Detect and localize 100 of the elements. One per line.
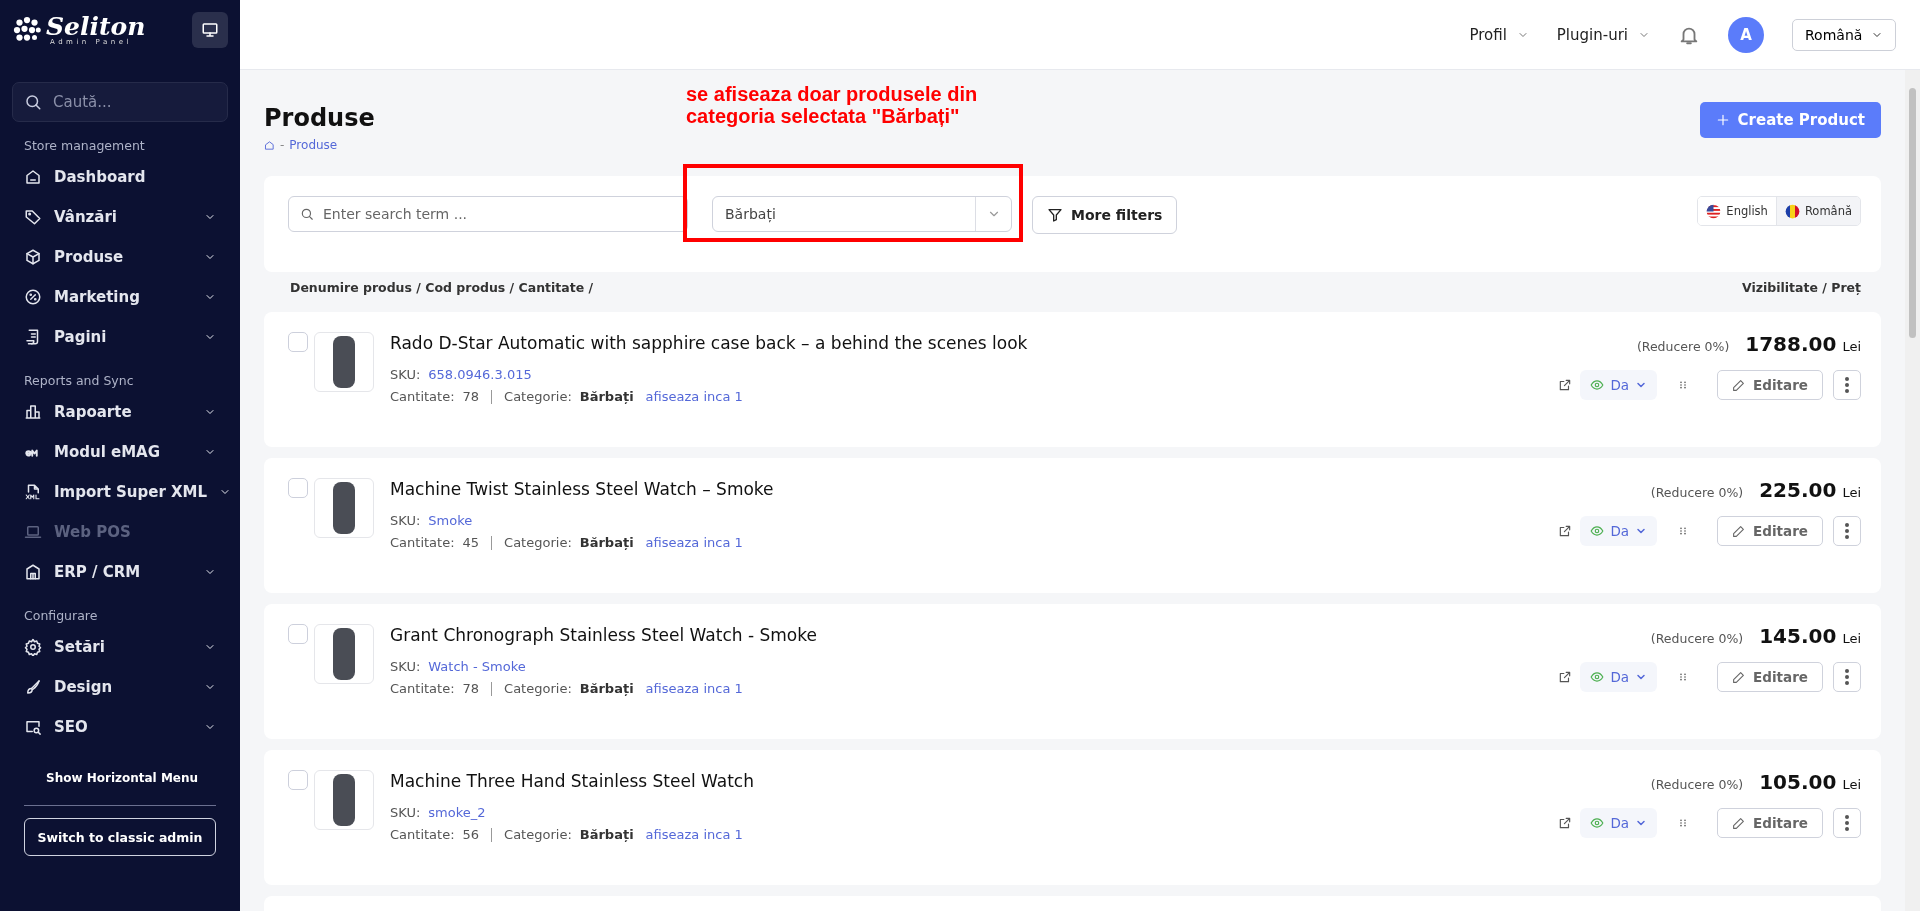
checkbox[interactable] xyxy=(288,624,308,644)
create-product-button[interactable]: Create Product xyxy=(1699,102,1881,138)
sku-link[interactable]: 658.0946.3.015 xyxy=(428,367,532,382)
drag-handle-icon[interactable] xyxy=(1679,379,1688,391)
pencil-icon xyxy=(1732,670,1746,684)
nav-item[interactable]: Import Super XML xyxy=(12,472,228,512)
product-name[interactable]: Machine Three Hand Stainless Steel Watch xyxy=(390,771,1559,791)
category-value: Bărbați xyxy=(579,535,634,550)
kebab-icon xyxy=(1845,815,1849,831)
edit-button[interactable]: Editare xyxy=(1717,370,1823,400)
external-link-icon[interactable] xyxy=(1558,524,1573,538)
checkbox[interactable] xyxy=(288,478,308,498)
nav-item[interactable]: ERP / CRM xyxy=(12,552,228,592)
nav-item[interactable]: Rapoarte xyxy=(12,392,228,432)
nav-item[interactable]: Marketing xyxy=(12,277,228,317)
classic-admin-button[interactable]: Switch to classic admin xyxy=(24,818,216,856)
nav-item[interactable]: Pagini xyxy=(12,317,228,357)
quantity-value: 78 xyxy=(462,389,480,404)
visibility-dropdown[interactable]: Da xyxy=(1580,662,1658,692)
checkbox[interactable] xyxy=(288,332,308,352)
language-tab[interactable]: Română xyxy=(1775,197,1860,225)
quantity-label: Cantitate: xyxy=(390,681,455,696)
scrollbar[interactable] xyxy=(1905,70,1920,911)
search-field[interactable]: Caută... xyxy=(12,82,228,122)
sku-label: SKU: xyxy=(390,805,421,820)
sku-label: SKU: xyxy=(390,659,421,674)
pencil-icon xyxy=(1732,524,1746,538)
sku-link[interactable]: Watch - Smoke xyxy=(428,659,526,674)
nav-item[interactable]: Vânzări xyxy=(12,197,228,237)
menu-dropdown[interactable]: Plugin-uri xyxy=(1556,25,1650,44)
category-select[interactable]: Bărbați xyxy=(712,196,1012,232)
more-options-button[interactable] xyxy=(1833,662,1861,692)
seo-icon xyxy=(24,718,42,736)
breadcrumb-separator: - xyxy=(280,138,285,152)
visibility-dropdown[interactable]: Da xyxy=(1580,370,1658,400)
more-options-button[interactable] xyxy=(1833,808,1861,838)
visibility-dropdown[interactable]: Da xyxy=(1580,516,1658,546)
external-link-icon[interactable] xyxy=(1558,670,1573,684)
eye-icon xyxy=(1590,670,1605,684)
discount-text: (Reducere 0%) xyxy=(1650,777,1744,792)
nav-item[interactable]: Produse xyxy=(12,237,228,277)
monitor-button[interactable] xyxy=(192,12,228,48)
drag-handle-icon[interactable] xyxy=(1679,817,1688,829)
visibility-dropdown[interactable]: Da xyxy=(1580,808,1658,838)
category-value: Bărbați xyxy=(579,389,634,404)
plus-icon xyxy=(1715,113,1730,127)
show-more-link[interactable]: afiseaza inca 1 xyxy=(645,827,743,842)
horizontal-menu-link[interactable]: Show Horizontal Menu xyxy=(46,763,199,793)
quantity-label: Cantitate: xyxy=(390,535,455,550)
category-value: Bărbați xyxy=(579,681,634,696)
more-options-button[interactable] xyxy=(1833,516,1861,546)
gear-icon xyxy=(24,638,42,656)
nav-item[interactable]: SEO xyxy=(12,707,228,747)
more-options-button[interactable] xyxy=(1833,370,1861,400)
edit-button[interactable]: Editare xyxy=(1717,662,1823,692)
show-more-link[interactable]: afiseaza inca 1 xyxy=(645,535,743,550)
page-title: Produse xyxy=(264,104,375,132)
filter-icon xyxy=(1047,207,1063,223)
photo-placeholder xyxy=(314,624,374,684)
currency: Lei xyxy=(1842,777,1861,792)
price: 105.00 xyxy=(1759,770,1837,794)
price: 225.00 xyxy=(1759,478,1837,502)
drag-handle-icon[interactable] xyxy=(1679,525,1688,537)
nav-item[interactable]: Design xyxy=(12,667,228,707)
more-filters-button[interactable]: More filters xyxy=(1032,196,1178,234)
home-icon xyxy=(264,139,275,151)
nav-item[interactable]: Setări xyxy=(12,627,228,667)
search-icon xyxy=(300,207,314,221)
drag-handle-icon[interactable] xyxy=(1679,671,1688,683)
product-name[interactable]: Grant Chronograph Stainless Steel Watch - Smoke xyxy=(390,625,1559,645)
menu-dropdown[interactable]: Profil xyxy=(1469,25,1529,44)
checkbox[interactable] xyxy=(288,770,308,790)
breadcrumb-link[interactable]: Produse xyxy=(289,138,338,152)
external-link-icon[interactable] xyxy=(1558,378,1573,392)
building-icon xyxy=(24,563,42,581)
sku-link[interactable]: smoke_2 xyxy=(428,805,486,820)
language-select[interactable]: Română xyxy=(1792,18,1896,51)
quantity-label: Cantitate: xyxy=(390,389,455,404)
search-icon xyxy=(24,93,42,111)
show-more-link[interactable]: afiseaza inca 1 xyxy=(645,389,743,404)
kebab-icon xyxy=(1845,523,1849,539)
nav-item[interactable]: Dashboard xyxy=(12,157,228,197)
edit-button[interactable]: Editare xyxy=(1717,808,1823,838)
eye-icon xyxy=(1590,524,1605,538)
price: 145.00 xyxy=(1759,624,1837,648)
product-name[interactable]: Rado D-Star Automatic with sapphire case back – a behind the scenes look xyxy=(390,333,1559,353)
laptop-icon xyxy=(24,523,42,541)
currency: Lei xyxy=(1842,631,1861,646)
logo-name: Seliton xyxy=(46,14,146,39)
nav-item[interactable]: Modul eMAG xyxy=(12,432,228,472)
avatar[interactable]: A xyxy=(1728,16,1764,53)
edit-button[interactable]: Editare xyxy=(1717,516,1823,546)
show-more-link[interactable]: afiseaza inca 1 xyxy=(645,681,743,696)
product-name[interactable]: Machine Twist Stainless Steel Watch – Smoke xyxy=(390,479,1559,499)
eye-icon xyxy=(1590,378,1605,392)
external-link-icon[interactable] xyxy=(1558,816,1573,830)
currency: Lei xyxy=(1842,339,1861,354)
section-title: Reports and Sync xyxy=(24,373,135,388)
photo-placeholder xyxy=(314,332,374,392)
sku-link[interactable]: Smoke xyxy=(428,513,473,528)
